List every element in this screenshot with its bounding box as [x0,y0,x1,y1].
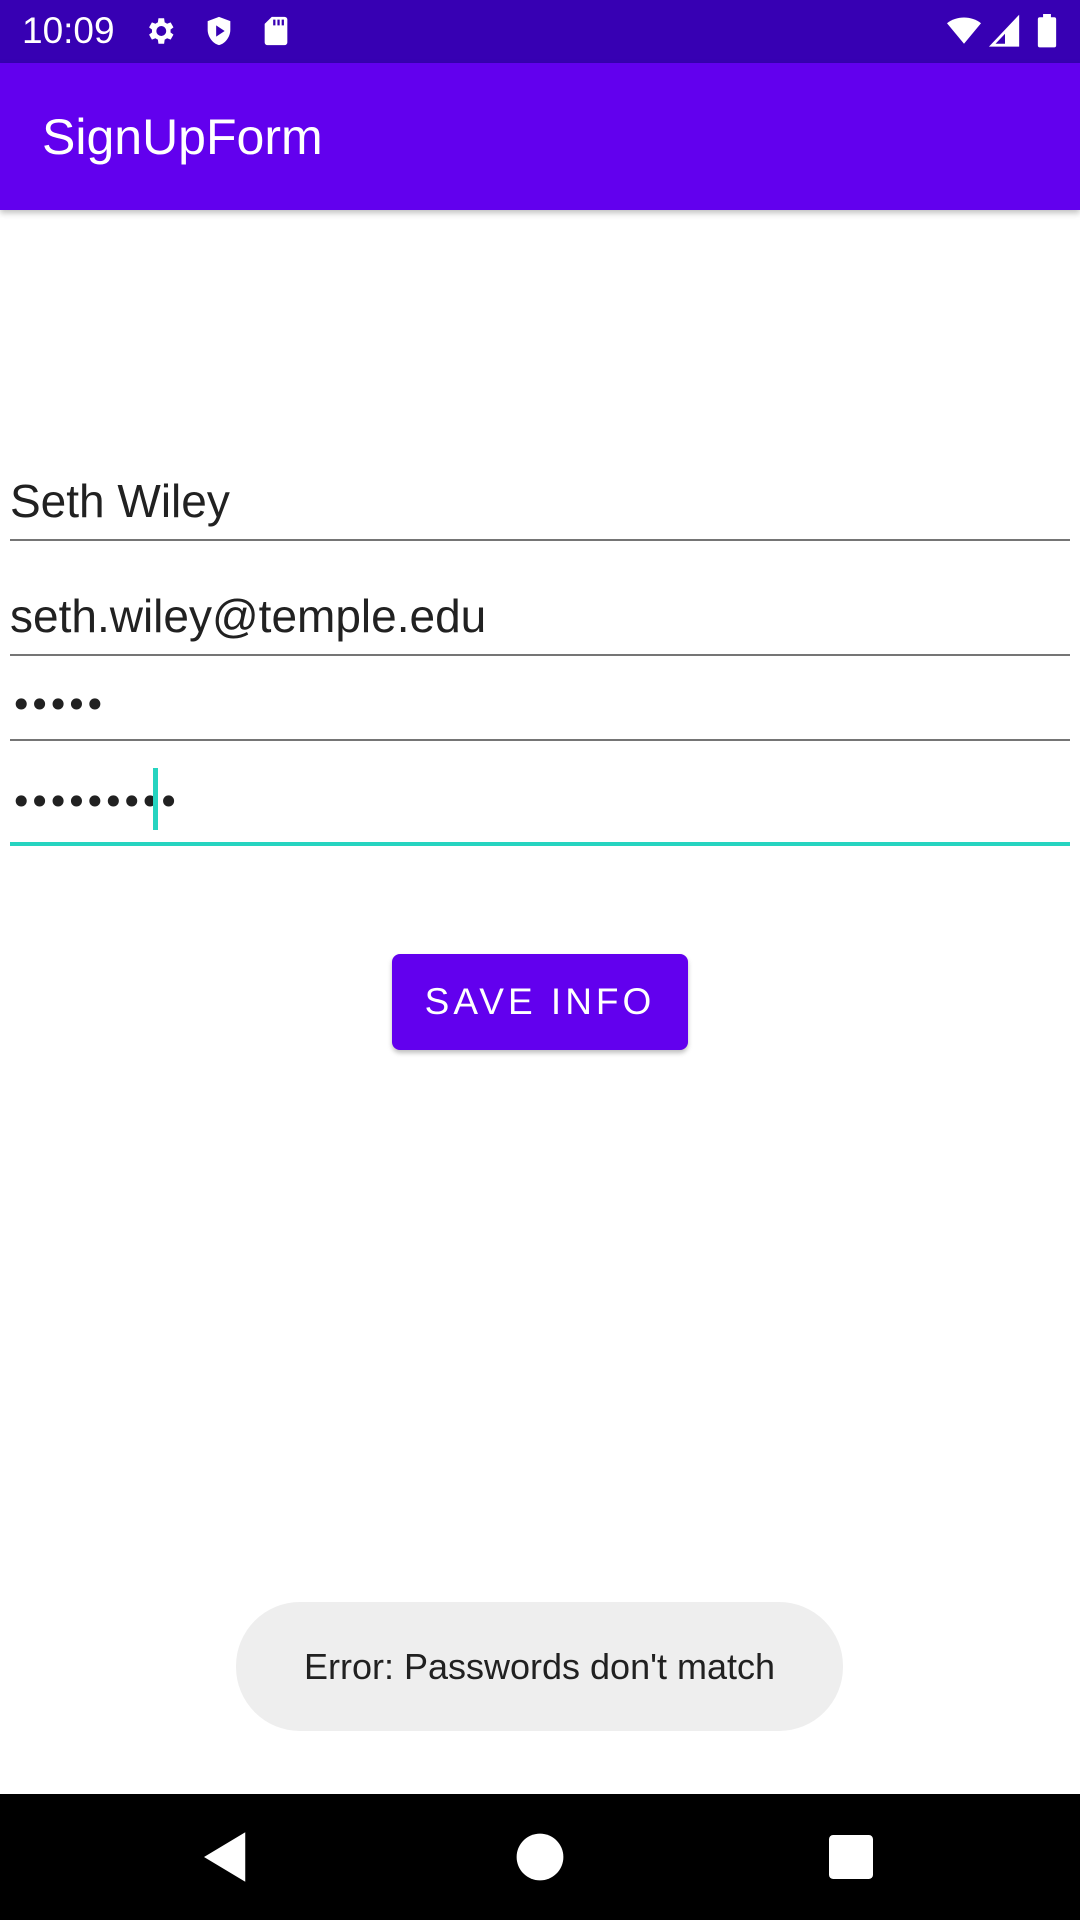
name-field[interactable]: Seth Wiley [10,455,1070,541]
save-info-button-label: SAVE INFO [424,981,656,1022]
email-field-value: seth.wiley@temple.edu [10,590,487,642]
confirm-password-field[interactable]: ••••••••• [10,741,1070,846]
back-icon[interactable] [193,1824,259,1890]
battery-icon [1032,14,1062,48]
cell-signal-icon [988,14,1022,48]
app-bar: SignUpForm [0,63,1080,210]
name-field-value: Seth Wiley [10,475,230,527]
wifi-icon [945,14,983,48]
email-field[interactable]: seth.wiley@temple.edu [10,570,1070,656]
text-cursor [153,768,158,830]
sd-card-icon [259,14,293,48]
home-icon[interactable] [507,1824,573,1890]
shield-play-icon [202,14,236,48]
gear-icon [143,14,177,48]
confirm-password-field-value: ••••••••• [10,780,180,824]
status-bar: 10:09 [0,0,1080,63]
status-time: 10:09 [22,10,115,51]
password-field-value: ••••• [10,683,106,727]
error-toast-message: Error: Passwords don't match [303,1645,776,1687]
app-title: SignUpForm [42,109,323,165]
navigation-bar [0,1794,1080,1920]
error-toast: Error: Passwords don't match [236,1602,843,1731]
password-field[interactable]: ••••• [10,656,1070,741]
save-info-button[interactable]: SAVE INFO [392,954,688,1050]
recents-icon[interactable] [818,1824,884,1890]
